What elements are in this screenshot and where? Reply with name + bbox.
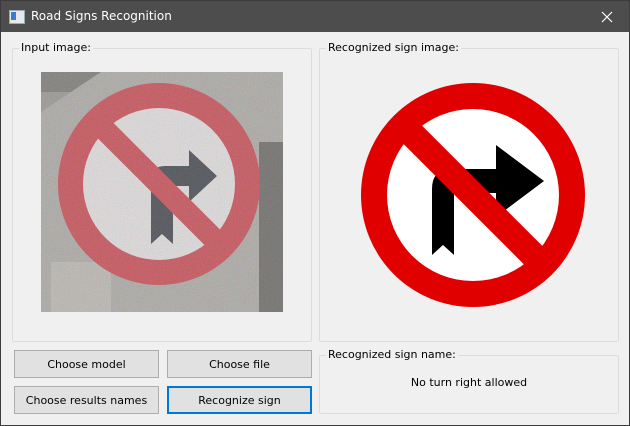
choose-model-button[interactable]: Choose model	[14, 350, 159, 378]
window-title: Road Signs Recognition	[31, 9, 172, 23]
input-image-label: Input image:	[19, 41, 93, 54]
app-icon	[9, 10, 25, 24]
recognized-sign-image-group: Recognized sign image:	[319, 41, 619, 342]
choose-file-button[interactable]: Choose file	[167, 350, 312, 378]
title-bar[interactable]: Road Signs Recognition	[1, 1, 629, 32]
input-image-group: Input image:	[12, 41, 312, 342]
recognize-sign-button[interactable]: Recognize sign	[167, 386, 312, 414]
main-window: Road Signs Recognition Input image: Reco…	[0, 0, 630, 426]
recognized-sign-name-group: Recognized sign name: No turn right allo…	[319, 348, 619, 414]
input-image	[41, 72, 283, 312]
close-icon	[601, 11, 613, 22]
recognized-sign-name-value: No turn right allowed	[410, 376, 528, 389]
choose-results-names-button[interactable]: Choose results names	[14, 386, 159, 414]
close-button[interactable]	[585, 1, 629, 32]
recognized-sign-name-label: Recognized sign name:	[326, 348, 458, 361]
recognized-sign-image	[361, 83, 585, 307]
recognized-sign-image-label: Recognized sign image:	[326, 41, 461, 54]
